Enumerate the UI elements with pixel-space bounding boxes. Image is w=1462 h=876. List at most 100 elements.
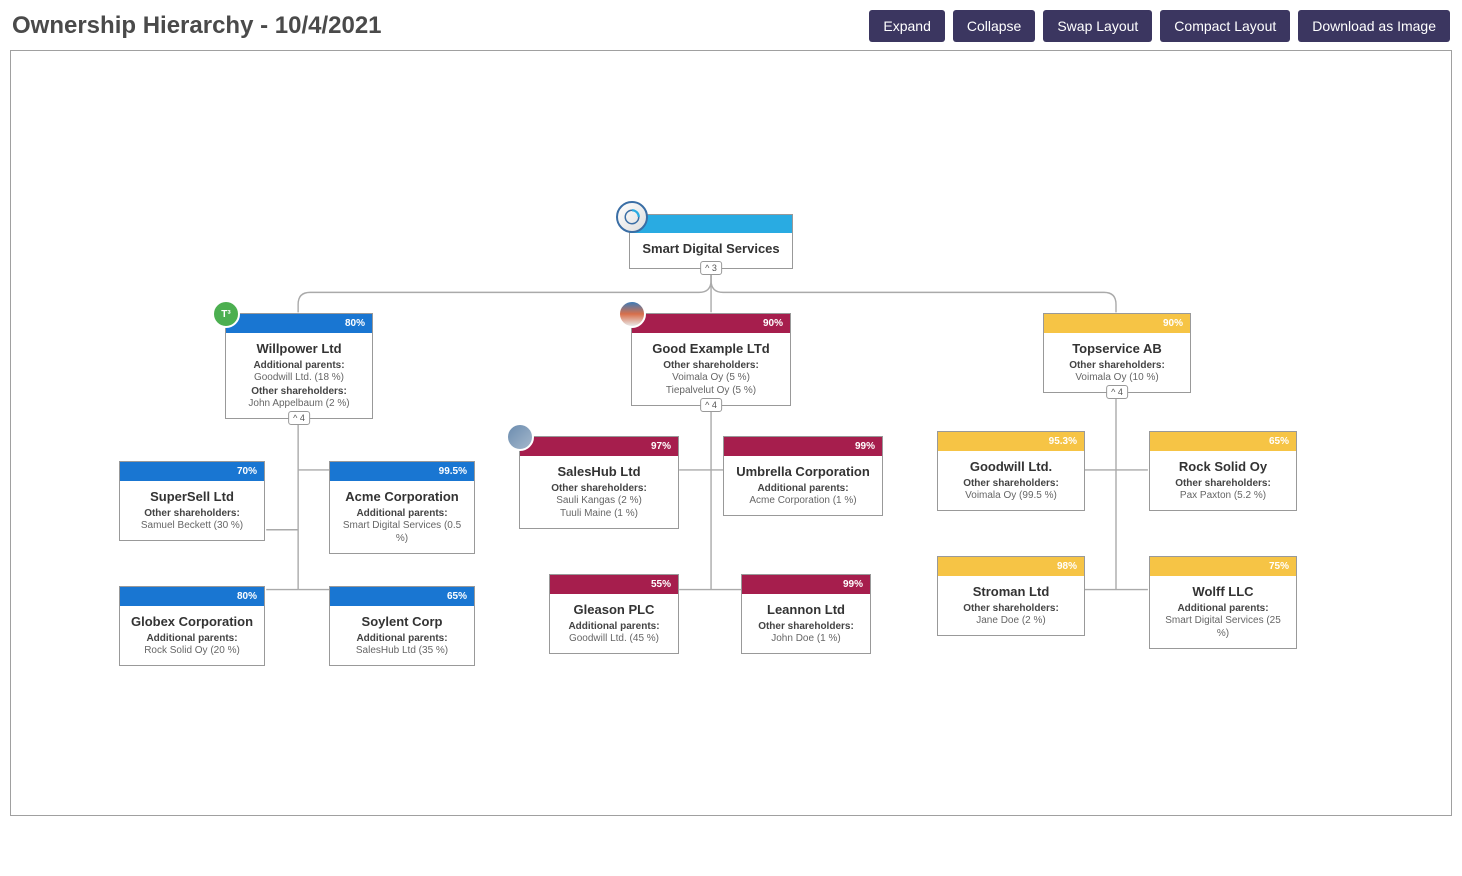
node-label: Additional parents: [1160, 603, 1286, 614]
node-header: 65% [330, 587, 474, 606]
node-umbrella[interactable]: 99% Umbrella Corporation Additional pare… [723, 436, 883, 516]
node-label: Other shareholders: [236, 386, 362, 397]
node-detail: John Appelbaum (2 %) [236, 397, 362, 410]
node-label: Additional parents: [236, 360, 362, 371]
expand-button[interactable]: Expand [869, 10, 944, 42]
node-title: Wolff LLC [1160, 584, 1286, 599]
node-stroman[interactable]: 98% Stroman Ltd Other shareholders: Jane… [937, 556, 1085, 636]
node-label: Additional parents: [734, 483, 872, 494]
node-detail: Tiepalvelut Oy (5 %) [642, 384, 780, 397]
node-pct: 95.3% [1049, 436, 1077, 447]
node-pct: 98% [1057, 561, 1077, 572]
node-pct: 99% [843, 579, 863, 590]
node-saleshub[interactable]: 97% SalesHub Ltd Other shareholders: Sau… [519, 436, 679, 529]
node-title: Good Example LTd [642, 341, 780, 356]
node-header: 99.5% [330, 462, 474, 481]
node-goodwill[interactable]: 95.3% Goodwill Ltd. Other shareholders: … [937, 431, 1085, 511]
child-count-badge[interactable]: ^ 3 [700, 261, 722, 275]
tier-badge-icon: T³ [212, 300, 240, 328]
node-detail: Sauli Kangas (2 %) [530, 494, 668, 507]
node-header: 95.3% [938, 432, 1084, 451]
node-title: SuperSell Ltd [130, 489, 254, 504]
node-header: 80% [120, 587, 264, 606]
node-globex[interactable]: 80% Globex Corporation Additional parent… [119, 586, 265, 666]
node-supersell[interactable]: 70% SuperSell Ltd Other shareholders: Sa… [119, 461, 265, 541]
hierarchy-canvas[interactable]: Smart Digital Services ^ 3 T³ 80% Willpo… [10, 50, 1452, 816]
node-detail: SalesHub Ltd (35 %) [340, 644, 464, 657]
node-title: Rock Solid Oy [1160, 459, 1286, 474]
node-title: Acme Corporation [340, 489, 464, 504]
node-pct: 55% [651, 579, 671, 590]
node-willpower[interactable]: T³ 80% Willpower Ltd Additional parents:… [225, 313, 373, 419]
node-header: 65% [1150, 432, 1296, 451]
node-label: Other shareholders: [948, 603, 1074, 614]
node-title: Soylent Corp [340, 614, 464, 629]
node-detail: Voimala Oy (99.5 %) [948, 489, 1074, 502]
node-header: 75% [1150, 557, 1296, 576]
node-pct: 65% [447, 591, 467, 602]
node-label: Additional parents: [340, 633, 464, 644]
node-pct: 90% [1163, 318, 1183, 329]
node-title: Leannon Ltd [752, 602, 860, 617]
node-good-example[interactable]: 90% Good Example LTd Other shareholders:… [631, 313, 791, 406]
node-detail: Tuuli Maine (1 %) [530, 507, 668, 520]
node-header: 97% [520, 437, 678, 456]
node-label: Other shareholders: [948, 478, 1074, 489]
node-soylent[interactable]: 65% Soylent Corp Additional parents: Sal… [329, 586, 475, 666]
node-detail: Goodwill Ltd. (45 %) [560, 632, 668, 645]
child-count-badge[interactable]: ^ 4 [700, 398, 722, 412]
node-label: Additional parents: [560, 621, 668, 632]
node-label: Other shareholders: [1054, 360, 1180, 371]
node-header: 80% [226, 314, 372, 333]
page-title: Ownership Hierarchy - 10/4/2021 [12, 12, 382, 40]
node-detail: Voimala Oy (10 %) [1054, 371, 1180, 384]
collapse-button[interactable]: Collapse [953, 10, 1035, 42]
node-wolff[interactable]: 75% Wolff LLC Additional parents: Smart … [1149, 556, 1297, 649]
node-header: 55% [550, 575, 678, 594]
company-thumbnail-icon [506, 423, 534, 451]
node-detail: Rock Solid Oy (20 %) [130, 644, 254, 657]
node-label: Other shareholders: [130, 508, 254, 519]
swap-layout-button[interactable]: Swap Layout [1043, 10, 1152, 42]
node-rocksolid[interactable]: 65% Rock Solid Oy Other shareholders: Pa… [1149, 431, 1297, 511]
node-detail: Samuel Beckett (30 %) [130, 519, 254, 532]
child-count-badge[interactable]: ^ 4 [1106, 385, 1128, 399]
node-header [630, 215, 792, 233]
node-smart-digital-services[interactable]: Smart Digital Services ^ 3 [629, 214, 793, 269]
child-count-badge[interactable]: ^ 4 [288, 411, 310, 425]
node-title: Topservice AB [1054, 341, 1180, 356]
node-gleason[interactable]: 55% Gleason PLC Additional parents: Good… [549, 574, 679, 654]
node-title: Umbrella Corporation [734, 464, 872, 479]
node-title: Stroman Ltd [948, 584, 1074, 599]
node-leannon[interactable]: 99% Leannon Ltd Other shareholders: John… [741, 574, 871, 654]
download-image-button[interactable]: Download as Image [1298, 10, 1450, 42]
node-label: Other shareholders: [752, 621, 860, 632]
node-pct: 65% [1269, 436, 1289, 447]
node-detail: Pax Paxton (5.2 %) [1160, 489, 1286, 502]
node-detail: Acme Corporation (1 %) [734, 494, 872, 507]
node-label: Other shareholders: [642, 360, 780, 371]
node-title: Smart Digital Services [640, 241, 782, 256]
node-pct: 99% [855, 441, 875, 452]
node-pct: 90% [763, 318, 783, 329]
node-label: Other shareholders: [530, 483, 668, 494]
node-title: Globex Corporation [130, 614, 254, 629]
node-header: 90% [632, 314, 790, 333]
node-header: 98% [938, 557, 1084, 576]
node-detail: Voimala Oy (5 %) [642, 371, 780, 384]
node-pct: 97% [651, 441, 671, 452]
node-pct: 99.5% [439, 466, 467, 477]
node-label: Additional parents: [340, 508, 464, 519]
node-detail: John Doe (1 %) [752, 632, 860, 645]
node-title: SalesHub Ltd [530, 464, 668, 479]
node-header: 99% [724, 437, 882, 456]
node-title: Willpower Ltd [236, 341, 362, 356]
compact-layout-button[interactable]: Compact Layout [1160, 10, 1290, 42]
node-pct: 80% [237, 591, 257, 602]
node-pct: 80% [345, 318, 365, 329]
node-acme[interactable]: 99.5% Acme Corporation Additional parent… [329, 461, 475, 554]
node-header: 70% [120, 462, 264, 481]
company-thumbnail-icon [618, 300, 646, 328]
node-topservice[interactable]: 90% Topservice AB Other shareholders: Vo… [1043, 313, 1191, 393]
company-logo-icon [616, 201, 648, 233]
